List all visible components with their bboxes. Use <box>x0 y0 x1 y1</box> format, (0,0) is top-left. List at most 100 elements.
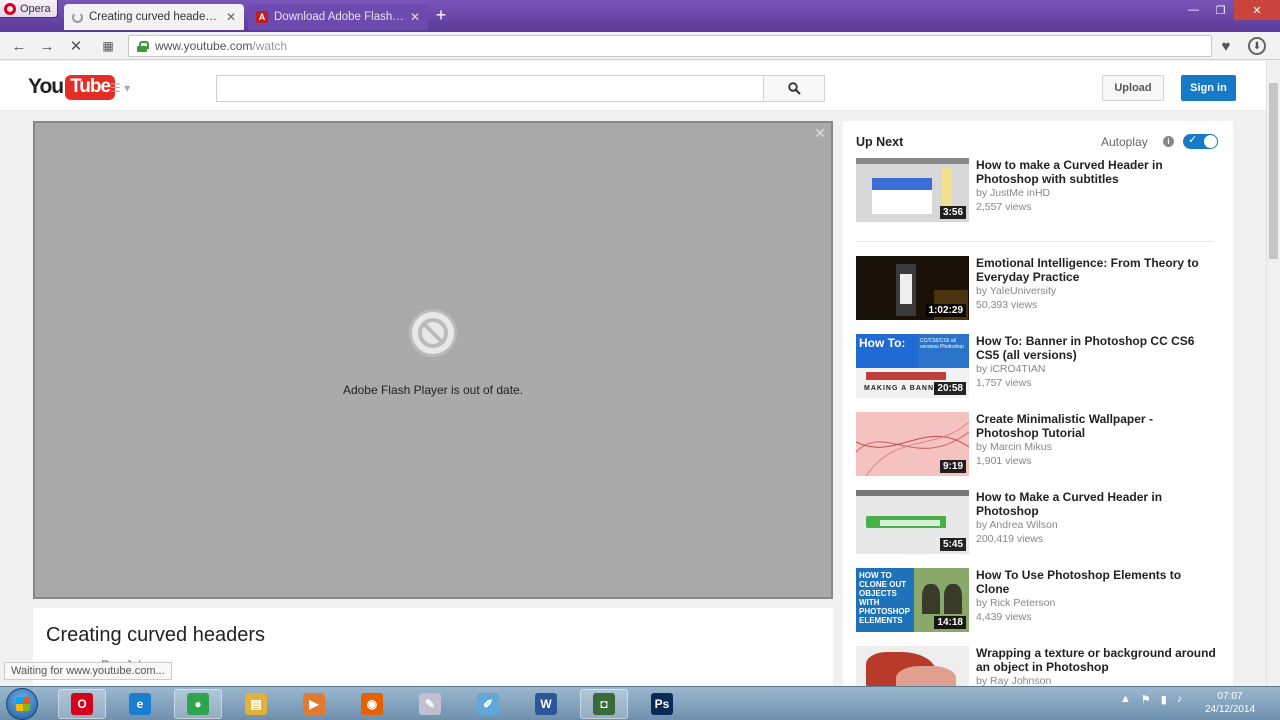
list-item[interactable]: 5:45 How to Make a Curved Header in Phot… <box>856 490 1216 554</box>
duration-badge: 14:18 <box>934 616 966 629</box>
view-count: 200,419 views <box>976 533 1044 545</box>
taskbar-firefox-button[interactable]: ◉ <box>348 689 396 719</box>
chrome-icon: ● <box>187 693 209 715</box>
video-link-title[interactable]: How to make a Curved Header in Photoshop… <box>976 158 1216 186</box>
word-icon: W <box>535 693 557 715</box>
maximize-button[interactable]: ❐ <box>1207 0 1234 20</box>
tab-title: Creating curved headers - YouTube <box>89 11 220 23</box>
system-tray: ▲ ⚑ ▮ ♪ <box>1120 693 1182 706</box>
scrollbar-thumb[interactable] <box>1269 83 1278 259</box>
video-link-title[interactable]: How To Use Photoshop Elements to Clone <box>976 568 1216 596</box>
window-controls: — ❐ ✕ <box>1180 0 1280 20</box>
channel-name: by Rick Peterson <box>976 597 1056 609</box>
volume-icon[interactable]: ♪ <box>1177 693 1183 706</box>
explorer-icon: ▤ <box>245 693 267 715</box>
video-player[interactable]: ✕ Adobe Flash Player is out of date. <box>33 121 833 599</box>
taskbar-camera-button[interactable]: ◘ <box>580 689 628 719</box>
autoplay-toggle[interactable]: ✓ <box>1183 134 1218 149</box>
opera-menu-label: Opera <box>20 2 51 15</box>
video-thumbnail[interactable] <box>856 646 969 688</box>
clock-date: 24/12/2014 <box>1204 704 1256 715</box>
browser-toolbar: ← → ✕ ▦ www.youtube.com/watch ♥ ⬇ <box>0 32 1280 60</box>
video-link-title[interactable]: Create Minimalistic Wallpaper - Photosho… <box>976 412 1216 440</box>
logo-tube: Tube <box>65 74 116 100</box>
video-link-title[interactable]: Wrapping a texture or background around … <box>976 646 1216 674</box>
video-thumbnail[interactable]: 1:02:29 <box>856 256 969 320</box>
search-input[interactable] <box>216 75 764 102</box>
info-icon[interactable]: i <box>1163 136 1174 147</box>
video-thumbnail[interactable]: 5:45 <box>856 490 969 554</box>
taskbar-paint-button[interactable]: ✎ <box>406 689 454 719</box>
taskbar-internet-explorer-button[interactable]: e <box>116 689 164 719</box>
lock-icon <box>137 40 149 52</box>
taskbar-opera-button[interactable]: O <box>58 689 106 719</box>
view-count: 4,439 views <box>976 611 1032 623</box>
address-bar[interactable]: www.youtube.com/watch <box>128 35 1212 57</box>
duration-badge: 20:58 <box>934 382 966 395</box>
page-scrollbar[interactable] <box>1266 61 1280 686</box>
tab-close-icon[interactable]: ✕ <box>226 10 236 24</box>
taskbar-word-button[interactable]: W <box>522 689 570 719</box>
opera-logo-icon <box>4 2 16 15</box>
windows-taskbar: Oe ● ▤ ▶ ◉ ✎ ✐ W ◘ Ps ▲ ⚑ ▮ ♪ 07:07 24/12/2014 <box>0 686 1280 720</box>
youtube-logo[interactable]: You Tube <box>28 73 116 101</box>
duration-badge: 5:45 <box>939 538 966 551</box>
sign-in-button[interactable]: Sign in <box>1181 75 1236 101</box>
guide-menu-icon[interactable]: ☰ ▾ <box>110 81 130 95</box>
video-thumbnail[interactable]: HOW TO CLONE OUT OBJECTS WITH PHOTOSHOP … <box>856 568 969 632</box>
view-count: 50,393 views <box>976 299 1038 311</box>
list-item[interactable]: 1:02:29 Emotional Intelligence: From The… <box>856 256 1216 320</box>
start-button[interactable] <box>6 688 38 720</box>
video-thumbnail[interactable]: 9:19 <box>856 412 969 476</box>
list-item[interactable]: 9:19 Create Minimalistic Wallpaper - Pho… <box>856 412 1216 476</box>
list-item[interactable]: 3:56 How to make a Curved Header in Phot… <box>856 158 1216 222</box>
video-thumbnail[interactable]: 3:56 <box>856 158 969 222</box>
browser-status-text: Waiting for www.youtube.com... <box>4 662 172 680</box>
list-item[interactable]: Wrapping a texture or background around … <box>856 646 1216 688</box>
network-icon[interactable]: ▮ <box>1161 693 1167 706</box>
windows-logo-icon <box>16 697 30 711</box>
upload-button[interactable]: Upload <box>1102 75 1164 101</box>
bookmark-heart-icon[interactable]: ♥ <box>1216 36 1236 56</box>
taskbar-chrome-button[interactable]: ● <box>174 689 222 719</box>
up-next-heading: Up Next <box>856 135 904 149</box>
show-hidden-icons[interactable]: ▲ <box>1120 693 1131 706</box>
tab-close-icon[interactable]: ✕ <box>410 10 420 24</box>
tab-creating-curved-headers[interactable]: Creating curved headers - YouTube ✕ <box>64 4 244 30</box>
url-path: /watch <box>252 39 288 53</box>
new-tab-button[interactable]: + <box>432 6 450 26</box>
firefox-icon: ◉ <box>361 693 383 715</box>
search-button[interactable] <box>763 75 825 102</box>
close-window-button[interactable]: ✕ <box>1234 0 1280 20</box>
list-item[interactable]: How To: CC/CS6/CS5 all versions Photosho… <box>856 334 1216 398</box>
speed-dial-button[interactable]: ▦ <box>98 36 118 56</box>
taskbar-explorer-button[interactable]: ▤ <box>232 689 280 719</box>
flash-outdated-message[interactable]: Adobe Flash Player is out of date. <box>35 383 831 397</box>
video-link-title[interactable]: How to Make a Curved Header in Photoshop <box>976 490 1216 518</box>
paint-icon: ✎ <box>419 693 441 715</box>
list-item[interactable]: HOW TO CLONE OUT OBJECTS WITH PHOTOSHOP … <box>856 568 1216 632</box>
action-center-flag-icon[interactable]: ⚑ <box>1141 693 1151 706</box>
stop-button[interactable]: ✕ <box>66 36 86 56</box>
loading-icon <box>72 11 83 23</box>
tab-download-flash[interactable]: A Download Adobe Flash Player ✕ <box>248 4 428 30</box>
thumb-text: How To: <box>856 334 918 368</box>
view-count: 1,901 views <box>976 455 1032 467</box>
taskbar-photoshop-button[interactable]: Ps <box>638 689 686 719</box>
url-host: www.youtube.com <box>155 39 253 53</box>
video-link-title[interactable]: Emotional Intelligence: From Theory to E… <box>976 256 1216 284</box>
opera-menu-button[interactable]: Opera <box>0 0 58 18</box>
divider <box>856 241 1214 242</box>
clock-time: 07:07 <box>1217 691 1243 702</box>
taskbar-notepad-button[interactable]: ✐ <box>464 689 512 719</box>
taskbar-media-player-button[interactable]: ▶ <box>290 689 338 719</box>
downloads-icon[interactable]: ⬇ <box>1248 37 1266 55</box>
back-button[interactable]: ← <box>9 36 29 56</box>
media-player-icon: ▶ <box>303 693 325 715</box>
forward-button[interactable]: → <box>37 36 57 56</box>
video-thumbnail[interactable]: How To: CC/CS6/CS5 all versions Photosho… <box>856 334 969 398</box>
minimize-button[interactable]: — <box>1180 0 1207 20</box>
system-clock[interactable]: 07:07 24/12/2014 <box>1200 690 1260 716</box>
video-link-title[interactable]: How To: Banner in Photoshop CC CS6 CS5 (… <box>976 334 1216 362</box>
player-close-icon[interactable]: ✕ <box>814 125 826 142</box>
